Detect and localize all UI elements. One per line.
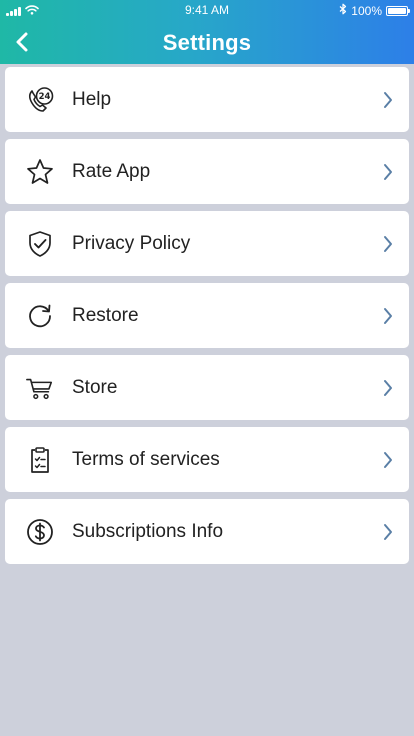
shield-check-icon xyxy=(25,229,55,259)
menu-item-rate-app[interactable]: Rate App xyxy=(5,139,409,204)
status-right: 100% xyxy=(339,3,410,18)
svg-text:24: 24 xyxy=(39,92,51,102)
chevron-right-icon xyxy=(381,522,395,542)
menu-item-label: Restore xyxy=(72,304,139,326)
menu-item-label: Privacy Policy xyxy=(72,232,191,254)
refresh-icon xyxy=(25,301,55,331)
dollar-circle-icon xyxy=(25,517,55,547)
page-title: Settings xyxy=(162,30,252,55)
chevron-right-icon xyxy=(381,306,395,326)
menu-item-label: Terms of services xyxy=(72,448,220,470)
star-icon xyxy=(25,157,55,187)
menu-item-label: Help xyxy=(72,88,112,110)
menu-item-privacy-policy[interactable]: Privacy Policy xyxy=(5,211,409,276)
menu-item-restore[interactable]: Restore xyxy=(5,283,409,348)
bluetooth-icon xyxy=(339,3,347,18)
battery-icon xyxy=(386,5,410,16)
chevron-right-icon xyxy=(381,378,395,398)
cart-icon xyxy=(25,373,55,403)
menu-item-store[interactable]: Store xyxy=(5,355,409,420)
chevron-right-icon xyxy=(381,90,395,110)
menu-item-subscriptions-info[interactable]: Subscriptions Info xyxy=(5,499,409,564)
chevron-right-icon xyxy=(381,450,395,470)
menu-item-label: Store xyxy=(72,376,118,398)
chevron-right-icon xyxy=(381,234,395,254)
battery-percent: 100% xyxy=(351,3,382,18)
support-24-icon: 24 xyxy=(25,85,55,115)
chevron-right-icon xyxy=(381,162,395,182)
clipboard-icon xyxy=(25,445,55,475)
battery-fill xyxy=(388,7,406,14)
menu-item-help[interactable]: 24 Help xyxy=(5,67,409,132)
menu-item-label: Rate App xyxy=(72,160,151,182)
settings-list: 24 Help Rate App Privacy Policy Restore … xyxy=(5,67,409,571)
header-bar: 9:41 AM 100% Settings xyxy=(0,0,414,64)
status-bar: 9:41 AM 100% xyxy=(0,0,414,20)
menu-item-terms-of-services[interactable]: Terms of services xyxy=(5,427,409,492)
menu-item-label: Subscriptions Info xyxy=(72,520,224,542)
